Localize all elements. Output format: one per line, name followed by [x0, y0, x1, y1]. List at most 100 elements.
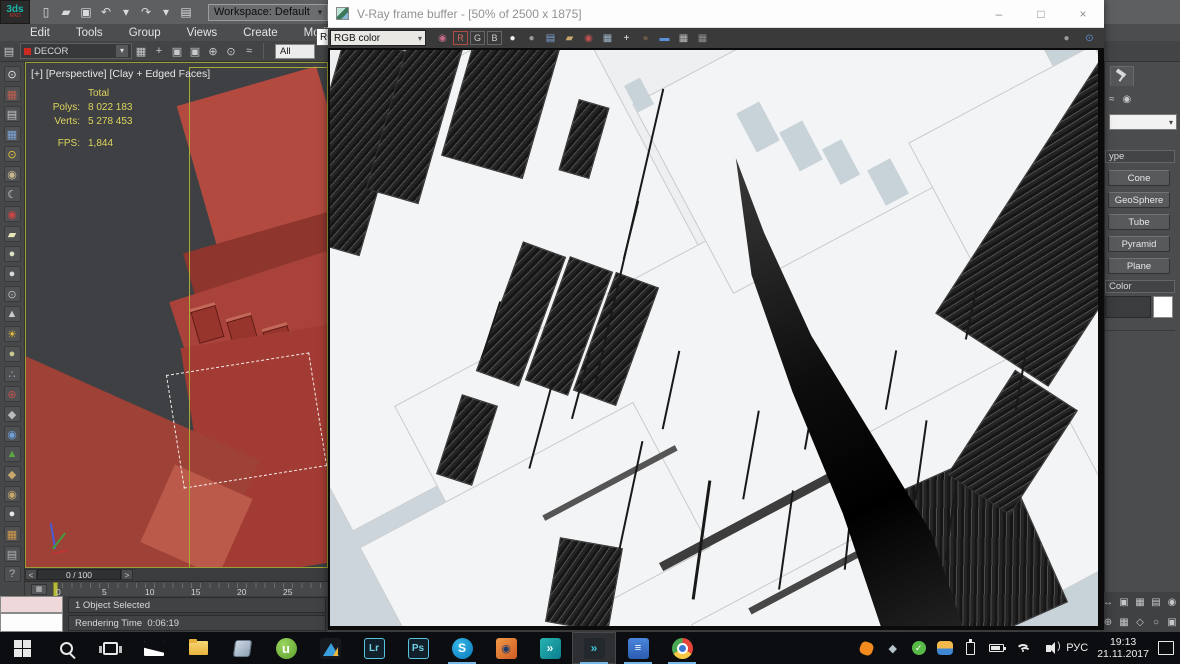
- spreadsheet-icon[interactable]: ▦: [3, 126, 21, 142]
- rendered-image[interactable]: [330, 50, 1098, 626]
- cone-primitive-icon[interactable]: ▲: [3, 306, 21, 322]
- layer-dropdown[interactable]: DECOR ▾: [20, 43, 132, 59]
- snap-toggle-icon[interactable]: ▣: [1119, 597, 1128, 608]
- open-file-icon[interactable]: ▰: [58, 5, 74, 19]
- glasses-icon[interactable]: ◉: [3, 206, 21, 222]
- menu-item[interactable]: Group: [129, 27, 161, 39]
- wifi-tray-icon[interactable]: [1014, 640, 1031, 657]
- object-color-swatch[interactable]: [1153, 296, 1173, 318]
- render-teapot-icon[interactable]: ⊙: [3, 66, 21, 82]
- channel-dropdown[interactable]: RGB color ▾: [330, 30, 426, 46]
- movies-tv-app[interactable]: [220, 632, 264, 664]
- layers-icon[interactable]: ▤: [3, 546, 21, 562]
- material-pattern-icon[interactable]: ▦: [3, 526, 21, 542]
- pan-icon[interactable]: ◇: [1136, 617, 1144, 628]
- file-explorer-app[interactable]: [176, 632, 220, 664]
- macro-recorder-field[interactable]: [0, 596, 63, 613]
- scene-explorer-icon[interactable]: ▤: [0, 45, 18, 58]
- blue-channel-button[interactable]: B: [487, 31, 502, 45]
- affinity-app[interactable]: [308, 632, 352, 664]
- stamp-icon[interactable]: ●: [1058, 30, 1075, 46]
- menu-item[interactable]: Tools: [76, 27, 103, 39]
- dropbox-tray-icon[interactable]: ◆: [884, 640, 901, 657]
- grid-a-icon[interactable]: ▦: [675, 30, 692, 46]
- cloud-tray-icon[interactable]: [936, 640, 953, 657]
- language-indicator[interactable]: РУС: [1066, 642, 1088, 654]
- hair-fur-icon[interactable]: ◆: [3, 466, 21, 482]
- maxscript-listener-field[interactable]: [0, 613, 63, 632]
- green-channel-button[interactable]: G: [470, 31, 485, 45]
- usb-tray-icon[interactable]: [962, 638, 979, 657]
- return-layer-icon[interactable]: ▣: [186, 45, 204, 58]
- avast-tray-icon[interactable]: [858, 639, 876, 657]
- antivirus-ok-tray-icon[interactable]: ✓: [910, 640, 927, 657]
- region-render-icon[interactable]: ●: [637, 30, 654, 46]
- name-color-rollout[interactable]: Color: [1105, 280, 1175, 293]
- start-button[interactable]: [0, 632, 44, 664]
- primitive-button[interactable]: Plane: [1108, 258, 1170, 274]
- task-view-button[interactable]: [88, 632, 132, 664]
- action-center-icon[interactable]: [1158, 641, 1174, 655]
- grass-icon[interactable]: ▲: [3, 446, 21, 462]
- 3dsmax-2016-app[interactable]: »: [528, 632, 572, 664]
- chrome-app[interactable]: [660, 632, 704, 664]
- search-button[interactable]: [44, 632, 88, 664]
- object-name-field[interactable]: [1105, 296, 1151, 318]
- viewport-label[interactable]: [+] [Perspective] [Clay + Edged Faces]: [31, 68, 210, 80]
- undo-dropdown-icon[interactable]: ▾: [118, 5, 134, 19]
- shell-icon[interactable]: ◉: [3, 486, 21, 502]
- maximize-button[interactable]: □: [1020, 0, 1062, 27]
- sphere-olive-icon[interactable]: ●: [3, 346, 21, 362]
- tab-utilities[interactable]: [1110, 66, 1134, 86]
- sun-light-icon[interactable]: ☀: [3, 326, 21, 342]
- sphere-primitive-icon[interactable]: ●: [3, 266, 21, 282]
- index-icon[interactable]: ▤: [542, 30, 559, 46]
- photoshop-app[interactable]: Ps: [396, 632, 440, 664]
- autogrid-icon[interactable]: ≈: [1109, 94, 1115, 105]
- skype-app[interactable]: S: [440, 632, 484, 664]
- primitive-button[interactable]: GeoSphere: [1108, 192, 1170, 208]
- save-to-host-icon[interactable]: ▦: [599, 30, 616, 46]
- faststone-app[interactable]: ◉: [484, 632, 528, 664]
- open-image-icon[interactable]: ▰: [561, 30, 578, 46]
- vfb-titlebar[interactable]: V-Ray frame buffer - [50% of 2500 x 1875…: [328, 0, 1104, 28]
- track-bar[interactable]: ▦ 0 5 10 15 20 25: [25, 581, 328, 597]
- render-setup-icon[interactable]: ▤: [3, 106, 21, 122]
- orbit-icon[interactable]: ○: [1153, 617, 1159, 628]
- next-frame-button[interactable]: >: [121, 569, 133, 580]
- select-by-layer-icon[interactable]: ▣: [168, 45, 186, 58]
- selection-filter-dropdown[interactable]: All: [275, 43, 315, 59]
- object-type-rollout[interactable]: ype: [1105, 150, 1175, 163]
- subtype-icon[interactable]: ◉: [1123, 94, 1132, 105]
- compare-icon[interactable]: ▬: [656, 30, 673, 46]
- perspective-viewport[interactable]: [+] [Perspective] [Clay + Edged Faces] T…: [25, 62, 328, 568]
- new-file-icon[interactable]: ▯: [38, 5, 54, 19]
- lamp-icon[interactable]: ◉: [3, 166, 21, 182]
- lightroom-app[interactable]: Lr: [352, 632, 396, 664]
- physics-icon[interactable]: ⊕: [3, 386, 21, 402]
- menu-item[interactable]: Views: [187, 27, 217, 39]
- show-channels-icon[interactable]: ◉: [434, 30, 451, 46]
- bind-spacewarp-icon[interactable]: ≈: [240, 45, 258, 57]
- minimize-button[interactable]: –: [978, 0, 1020, 27]
- spinner-snap-icon[interactable]: ◉: [1168, 597, 1177, 608]
- render-last-icon[interactable]: ⊙: [1081, 30, 1098, 46]
- red-channel-button[interactable]: R: [453, 31, 468, 45]
- grid-b-icon[interactable]: ▦: [694, 30, 711, 46]
- percent-snap-icon[interactable]: ▤: [1151, 597, 1160, 608]
- sphere-white-icon[interactable]: ●: [3, 506, 21, 522]
- framebuffer-icon[interactable]: ▦: [3, 86, 21, 102]
- light-lister-icon[interactable]: ⊙: [3, 146, 21, 162]
- zoom-all-icon[interactable]: ▦: [1119, 617, 1128, 628]
- shortcut-toggle-icon[interactable]: ↔: [1103, 597, 1113, 608]
- battery-tray-icon[interactable]: [988, 640, 1007, 657]
- cloth-icon[interactable]: ◉: [3, 426, 21, 442]
- redo-dropdown-icon[interactable]: ▾: [158, 5, 174, 19]
- teapot-primitive-icon[interactable]: ⊙: [3, 286, 21, 302]
- primitive-category-dropdown[interactable]: ▾: [1109, 114, 1177, 130]
- menu-item[interactable]: Create: [243, 27, 278, 39]
- maximize-viewport-icon[interactable]: ▣: [1167, 617, 1176, 628]
- plane-primitive-icon[interactable]: ▰: [3, 226, 21, 242]
- angle-snap-icon[interactable]: ▦: [1135, 597, 1144, 608]
- moon-icon[interactable]: ☾: [3, 186, 21, 202]
